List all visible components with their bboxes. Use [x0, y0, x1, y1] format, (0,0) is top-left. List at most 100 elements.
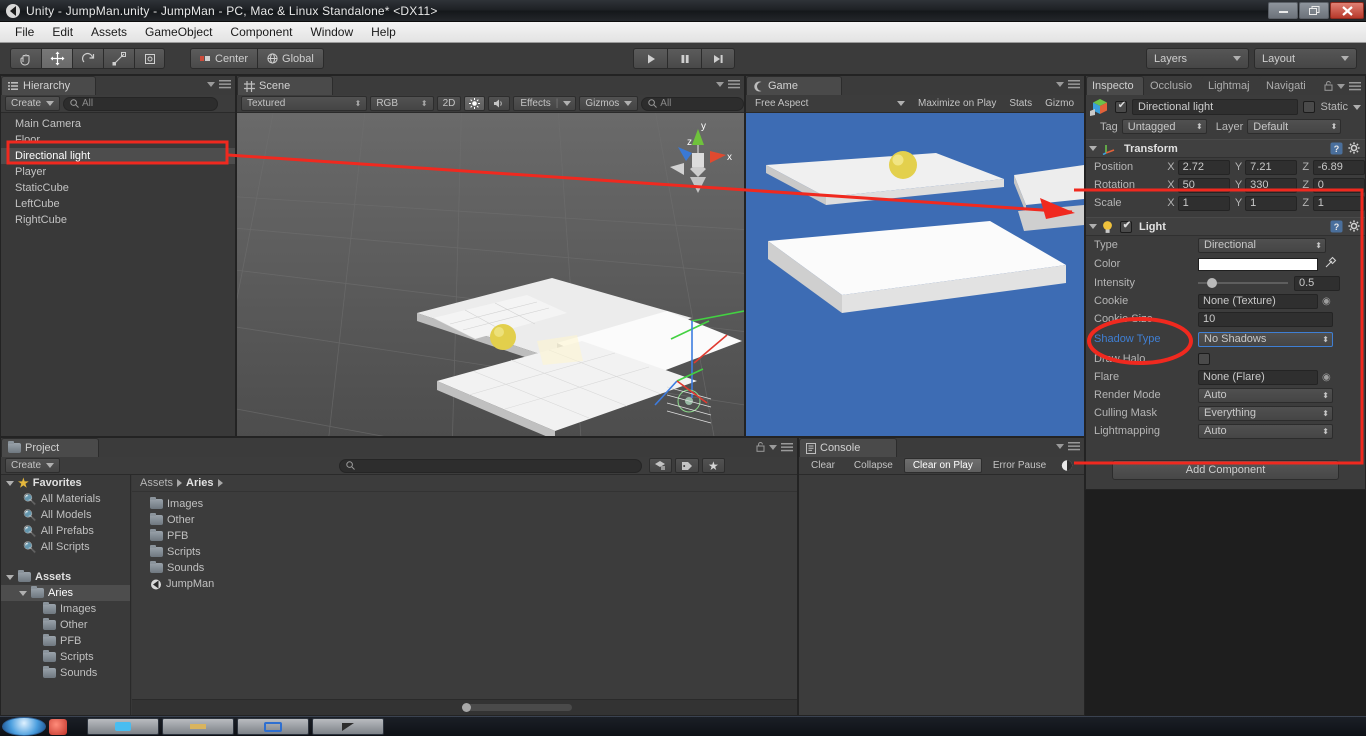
- eyedropper-icon[interactable]: [1324, 256, 1337, 272]
- favorites-root[interactable]: ★ Favorites: [1, 475, 130, 491]
- scale-x-input[interactable]: 1: [1177, 195, 1230, 211]
- layer-dropdown[interactable]: Default ⬍: [1247, 119, 1342, 134]
- scene-tab-menu[interactable]: [716, 80, 740, 89]
- light-shadow-type-dropdown[interactable]: No Shadows ⬍: [1198, 331, 1333, 347]
- light-intensity-slider[interactable]: [1198, 277, 1288, 289]
- transform-component-header[interactable]: Transform ?: [1086, 139, 1365, 158]
- console-tab-menu[interactable]: [1056, 442, 1080, 451]
- foldout-icon[interactable]: [6, 574, 14, 580]
- layout-dropdown[interactable]: Layout: [1254, 48, 1357, 69]
- menu-component[interactable]: Component: [221, 23, 301, 41]
- scene-lighting-toggle[interactable]: [464, 96, 486, 111]
- favorite-all-models[interactable]: 🔍 All Models: [1, 507, 130, 523]
- scene-viewport[interactable]: y x z: [237, 113, 744, 436]
- object-name-input[interactable]: Directional light: [1132, 99, 1299, 115]
- asset-item-images[interactable]: Images: [132, 496, 797, 512]
- taskbar-item[interactable]: [312, 718, 384, 735]
- light-intensity-input[interactable]: 0.5: [1294, 275, 1340, 291]
- scale-tool-icon[interactable]: [103, 48, 134, 69]
- light-cookie-size-input[interactable]: 10: [1198, 311, 1333, 327]
- tab-navigation[interactable]: Navigati: [1260, 76, 1318, 95]
- taskbar-item[interactable]: [237, 718, 309, 735]
- zoom-slider[interactable]: [462, 703, 572, 712]
- hierarchy-item-floor[interactable]: Floor: [1, 132, 235, 148]
- hierarchy-item-staticcube[interactable]: StaticCube: [1, 180, 235, 196]
- scale-y-input[interactable]: 1: [1245, 195, 1298, 211]
- hierarchy-item-main-camera[interactable]: Main Camera: [1, 116, 235, 132]
- console-error-pause-toggle[interactable]: Error Pause: [985, 458, 1054, 473]
- scene-2d-toggle[interactable]: 2D: [436, 96, 462, 111]
- add-component-button[interactable]: Add Component: [1112, 460, 1339, 480]
- tab-scene[interactable]: Scene: [237, 76, 333, 95]
- taskbar-item[interactable]: [162, 718, 234, 735]
- light-draw-halo-checkbox[interactable]: [1198, 353, 1210, 365]
- hierarchy-tab-menu[interactable]: [207, 80, 231, 89]
- position-y-input[interactable]: 7.21: [1245, 159, 1298, 175]
- game-tab-menu[interactable]: [1056, 80, 1080, 89]
- tab-game[interactable]: Game: [746, 76, 842, 95]
- game-aspect-dropdown[interactable]: Free Aspect: [750, 96, 910, 111]
- tab-lightmapping[interactable]: Lightmaj: [1202, 76, 1260, 95]
- asset-item-scripts[interactable]: Scripts: [132, 544, 797, 560]
- asset-item-pfb[interactable]: PFB: [132, 528, 797, 544]
- space-mode-button[interactable]: Global: [258, 48, 324, 69]
- hierarchy-item-player[interactable]: Player: [1, 164, 235, 180]
- scene-audio-toggle[interactable]: [488, 96, 511, 111]
- game-gizmos-toggle[interactable]: Gizmo: [1040, 96, 1079, 111]
- scale-z-input[interactable]: 1: [1312, 195, 1365, 211]
- gear-icon[interactable]: [1348, 142, 1361, 155]
- light-color-swatch[interactable]: [1198, 257, 1318, 271]
- object-enabled-checkbox[interactable]: [1115, 100, 1128, 113]
- light-lightmapping-dropdown[interactable]: Auto ⬍: [1198, 423, 1333, 439]
- hierarchy-item-rightcube[interactable]: RightCube: [1, 212, 235, 228]
- position-x-input[interactable]: 2.72: [1177, 159, 1230, 175]
- asset-item-jumpman[interactable]: JumpMan: [132, 576, 797, 592]
- pause-button[interactable]: [667, 48, 701, 69]
- breadcrumb-assets[interactable]: Assets: [140, 477, 173, 489]
- scene-search-input[interactable]: All: [641, 96, 744, 111]
- favorite-all-prefabs[interactable]: 🔍 All Prefabs: [1, 523, 130, 539]
- menu-window[interactable]: Window: [301, 23, 362, 41]
- game-viewport[interactable]: [746, 113, 1084, 436]
- minimize-button[interactable]: [1268, 2, 1298, 19]
- tree-item-other[interactable]: Other: [1, 617, 130, 633]
- tab-occlusion[interactable]: Occlusio: [1144, 76, 1202, 95]
- help-icon[interactable]: ?: [1330, 142, 1343, 155]
- light-flare-field[interactable]: None (Flare): [1198, 369, 1318, 385]
- assets-root[interactable]: Assets: [1, 569, 130, 585]
- tree-item-pfb[interactable]: PFB: [1, 633, 130, 649]
- play-button[interactable]: [633, 48, 667, 69]
- project-create-button[interactable]: Create: [5, 458, 61, 473]
- move-tool-icon[interactable]: [41, 48, 72, 69]
- tree-item-aries[interactable]: Aries: [1, 585, 130, 601]
- light-type-dropdown[interactable]: Directional ⬍: [1198, 237, 1326, 253]
- game-maximize-toggle[interactable]: Maximize on Play: [913, 96, 1001, 111]
- scene-effects-dropdown[interactable]: Effects |: [513, 96, 577, 111]
- console-log-list[interactable]: [799, 475, 1084, 715]
- light-cookie-field[interactable]: None (Texture): [1198, 293, 1318, 309]
- tab-hierarchy[interactable]: Hierarchy: [1, 76, 96, 95]
- static-checkbox[interactable]: [1303, 101, 1316, 113]
- layers-dropdown[interactable]: Layers: [1146, 48, 1249, 69]
- light-culling-mask-dropdown[interactable]: Everything ⬍: [1198, 405, 1333, 421]
- scene-drawmode-dropdown[interactable]: Textured ⬍: [241, 96, 368, 111]
- hierarchy-create-button[interactable]: Create: [5, 96, 61, 111]
- foldout-icon[interactable]: [19, 590, 27, 596]
- tab-inspector[interactable]: Inspecto: [1086, 76, 1144, 95]
- tab-project[interactable]: Project: [1, 438, 99, 457]
- scene-gizmos-dropdown[interactable]: Gizmos: [579, 96, 639, 111]
- help-icon[interactable]: ?: [1330, 220, 1343, 233]
- menu-edit[interactable]: Edit: [43, 23, 82, 41]
- light-render-mode-dropdown[interactable]: Auto ⬍: [1198, 387, 1333, 403]
- inspector-tab-menu[interactable]: [1324, 81, 1361, 91]
- hand-tool-icon[interactable]: [10, 48, 41, 69]
- asset-item-other[interactable]: Other: [132, 512, 797, 528]
- scene-view-gizmo[interactable]: y x z: [660, 119, 736, 199]
- filter-by-type-button[interactable]: [649, 458, 673, 473]
- object-picker-icon[interactable]: ◉: [1322, 372, 1331, 383]
- light-component-header[interactable]: Light ?: [1086, 217, 1365, 236]
- console-log-filters[interactable]: [1061, 459, 1076, 472]
- favorites-filter-button[interactable]: ★: [702, 458, 725, 473]
- rotation-z-input[interactable]: 0: [1312, 177, 1365, 193]
- restore-button[interactable]: [1299, 2, 1329, 19]
